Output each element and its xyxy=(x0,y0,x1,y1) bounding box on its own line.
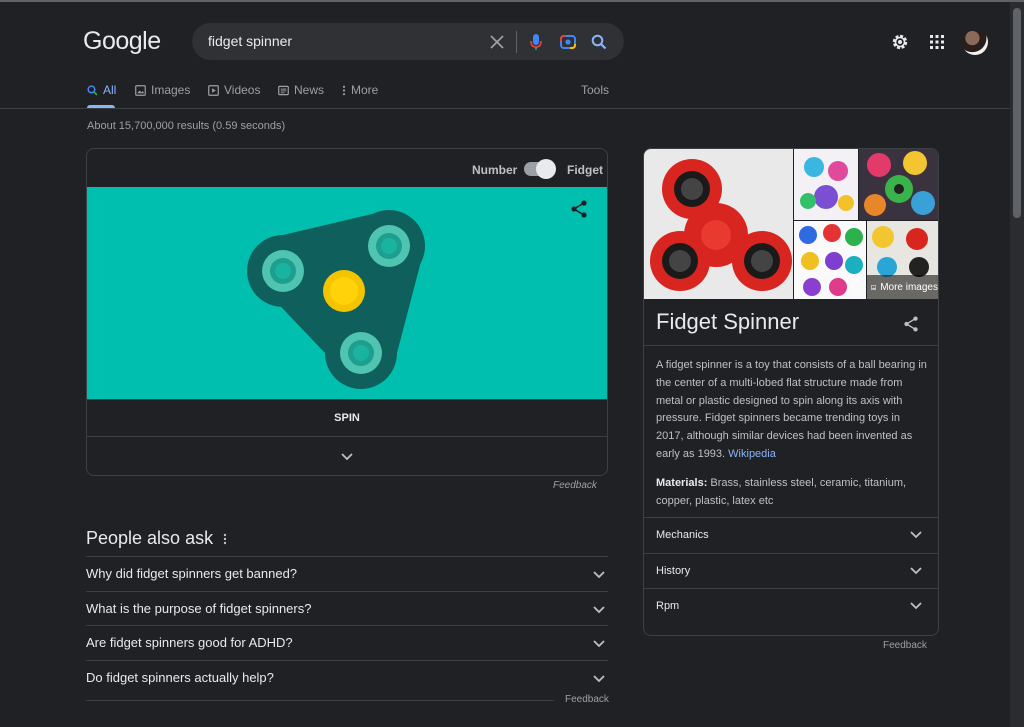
search-divider xyxy=(516,31,517,53)
kp-row-history[interactable]: History xyxy=(644,552,938,589)
avatar[interactable] xyxy=(962,29,988,55)
share-icon[interactable] xyxy=(902,315,920,333)
tab-label: All xyxy=(103,83,117,97)
fidget-spinner-graphic[interactable] xyxy=(87,187,607,399)
tab-label: News xyxy=(294,83,325,97)
kp-row-rpm[interactable]: Rpm xyxy=(644,588,938,624)
more-vertical-icon xyxy=(342,85,346,95)
tab-label: More xyxy=(351,83,379,97)
kp-expandable-rows: Mechanics History Rpm xyxy=(644,517,938,624)
wikipedia-link[interactable]: Wikipedia xyxy=(728,448,776,460)
people-also-ask-list: Why did fidget spinners get banned? What… xyxy=(86,556,608,694)
play-icon xyxy=(208,84,219,96)
spinner-image[interactable] xyxy=(794,221,866,299)
people-also-ask-title: People also ask xyxy=(86,528,214,548)
title-divider xyxy=(644,345,938,346)
tabs-divider xyxy=(0,108,1010,109)
chevron-down-icon xyxy=(590,601,608,619)
chevron-down-icon xyxy=(590,635,608,653)
mode-toggle-row: Number Fidget xyxy=(87,149,607,187)
window-top-border xyxy=(0,0,1024,2)
mode-toggle[interactable] xyxy=(524,159,556,179)
image-gallery: More images xyxy=(644,149,938,299)
tab-videos[interactable]: Videos xyxy=(208,83,260,97)
question-item[interactable]: What is the purpose of fidget spinners? xyxy=(86,590,608,626)
materials-fact: Materials: Brass, stainless steel, ceram… xyxy=(656,475,928,511)
tab-images[interactable]: Images xyxy=(135,83,190,97)
image-icon xyxy=(871,284,877,290)
toggle-knob[interactable] xyxy=(536,159,556,179)
more-vertical-icon[interactable] xyxy=(221,532,229,546)
description-text: A fidget spinner is a toy that consists … xyxy=(656,359,927,460)
close-icon[interactable] xyxy=(487,32,507,52)
chevron-down-icon xyxy=(590,566,608,584)
tab-all[interactable]: All xyxy=(87,83,116,97)
feedback-link[interactable]: Feedback xyxy=(565,694,609,705)
chevron-down-icon xyxy=(908,598,924,614)
spinner-stage[interactable] xyxy=(87,187,607,399)
entity-title: Fidget Spinner xyxy=(656,309,800,334)
tab-label: Videos xyxy=(224,83,261,97)
paa-bottom-divider xyxy=(86,700,554,701)
knowledge-panel: More images Fidget Spinner A fidget spin… xyxy=(643,148,939,636)
spin-button[interactable]: SPIN xyxy=(87,399,607,437)
spinner-image[interactable] xyxy=(859,149,938,220)
result-stats: About 15,700,000 results (0.59 seconds) xyxy=(87,120,286,132)
feedback-link[interactable]: Feedback xyxy=(883,640,927,651)
scrollbar[interactable] xyxy=(1010,2,1024,727)
toggle-label-number: Number xyxy=(472,163,518,177)
kp-row-label: Rpm xyxy=(656,600,680,613)
camera-lens-icon[interactable] xyxy=(558,32,578,52)
chevron-down-icon xyxy=(908,527,924,543)
question-text: What is the purpose of fidget spinners? xyxy=(86,600,312,616)
tools-button[interactable]: Tools xyxy=(581,83,609,97)
fidget-spinner-card: Number Fidget SPIN xyxy=(86,148,608,476)
kp-row-label: Mechanics xyxy=(656,529,709,542)
gear-icon[interactable] xyxy=(889,31,911,53)
news-icon xyxy=(278,85,289,95)
chevron-down-icon xyxy=(908,563,924,579)
image-icon xyxy=(135,84,146,96)
kp-row-mechanics[interactable]: Mechanics xyxy=(644,517,938,553)
question-text: Why did fidget spinners get banned? xyxy=(86,566,298,582)
spinner-image-main[interactable] xyxy=(644,149,793,299)
question-item[interactable]: Do fidget spinners actually help? xyxy=(86,659,608,695)
expand-button[interactable] xyxy=(87,438,607,475)
search-box[interactable] xyxy=(192,23,624,60)
scrollbar-thumb[interactable] xyxy=(1013,8,1021,218)
feedback-link[interactable]: Feedback xyxy=(553,480,597,491)
search-input[interactable] xyxy=(208,31,478,51)
question-item[interactable]: Are fidget spinners good for ADHD? xyxy=(86,625,608,660)
tab-news[interactable]: News xyxy=(278,83,324,97)
tab-label: Images xyxy=(151,83,191,97)
question-text: Do fidget spinners actually help? xyxy=(86,669,274,685)
more-images-button[interactable]: More images xyxy=(867,275,938,299)
search-icon xyxy=(87,84,98,96)
more-images-label: More images xyxy=(880,281,938,293)
microphone-icon[interactable] xyxy=(526,32,546,52)
tab-more[interactable]: More xyxy=(342,83,378,97)
apps-grid-icon[interactable] xyxy=(926,31,948,53)
google-logo[interactable]: Google xyxy=(83,27,161,56)
chevron-down-icon xyxy=(341,453,353,461)
kp-row-label: History xyxy=(656,564,691,577)
spinner-image[interactable] xyxy=(794,149,858,220)
question-item[interactable]: Why did fidget spinners get banned? xyxy=(86,556,608,591)
entity-description: A fidget spinner is a toy that consists … xyxy=(656,357,928,464)
question-text: Are fidget spinners good for ADHD? xyxy=(86,635,293,651)
chevron-down-icon xyxy=(590,670,608,688)
toggle-label-fidget: Fidget xyxy=(567,163,603,177)
search-icon[interactable] xyxy=(589,32,609,52)
materials-label: Materials: xyxy=(656,477,708,489)
